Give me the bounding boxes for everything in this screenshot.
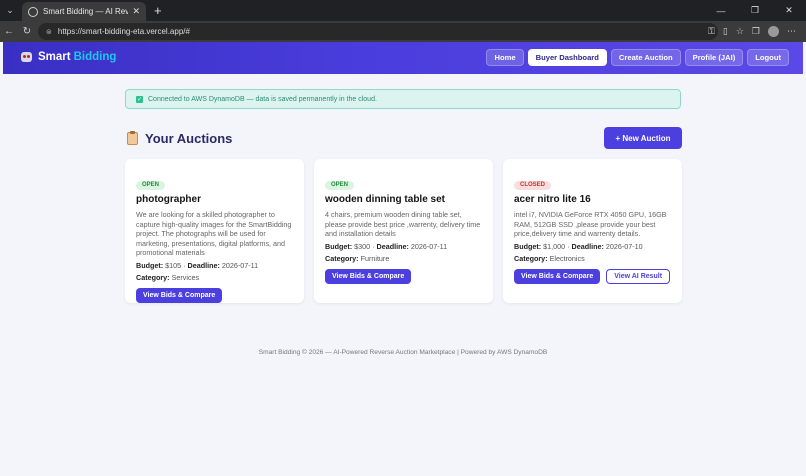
page-title-text: Your Auctions: [145, 131, 233, 146]
more-menu-icon[interactable]: ⋯: [787, 26, 796, 37]
auction-title: wooden dinning table set: [325, 194, 445, 205]
page-title: Your Auctions: [127, 131, 232, 146]
maximize-icon[interactable]: ❐: [738, 0, 772, 21]
address-bar-row: ← ↻ ⊜ https://smart-bidding-eta.vercel.a…: [0, 21, 806, 42]
auction-description: We are looking for a skilled photographe…: [136, 210, 292, 257]
url-text: https://smart-bidding-eta.vercel.app/#: [57, 27, 190, 36]
clipboard-icon: [127, 131, 138, 145]
auction-card: OPEN photographer We are looking for a s…: [125, 159, 304, 303]
view-bids-button[interactable]: View Bids & Compare: [514, 268, 601, 284]
status-badge: CLOSED: [514, 181, 552, 190]
browser-tab-strip: ⌄ Smart Bidding — AI Reverse Auction ✕ +…: [0, 0, 806, 21]
globe-icon: [28, 6, 38, 17]
site-info-icon[interactable]: ⊜: [46, 28, 52, 36]
key-icon[interactable]: ⚿: [708, 26, 715, 37]
status-badge: OPEN: [136, 181, 166, 190]
category: Category: Services: [136, 273, 200, 282]
new-auction-button[interactable]: + New Auction: [604, 127, 682, 149]
app-header: Smart Bidding Home Buyer Dashboard Creat…: [3, 42, 803, 74]
star-icon[interactable]: ☆: [736, 26, 744, 37]
view-ai-result-button[interactable]: View AI Result: [606, 268, 671, 284]
profile-avatar[interactable]: [768, 26, 779, 37]
view-bids-button[interactable]: View Bids & Compare: [325, 268, 412, 284]
category: Category: Electronics: [514, 254, 585, 263]
main-nav: Home Buyer Dashboard Create Auction Prof…: [486, 49, 789, 66]
status-badge: OPEN: [325, 181, 355, 190]
new-tab-icon[interactable]: +: [154, 3, 162, 18]
close-window-icon[interactable]: ✕: [772, 0, 806, 21]
auction-card: CLOSED acer nitro lite 16 intel i7, NVID…: [503, 159, 682, 303]
nav-logout[interactable]: Logout: [747, 49, 789, 66]
collections-icon[interactable]: ❐: [752, 26, 760, 37]
auction-description: intel i7, NVIDIA GeForce RTX 4050 GPU, 1…: [514, 210, 667, 238]
budget-deadline: Budget: $300 · Deadline: 2026-07-11: [325, 241, 448, 251]
auction-description: 4 chairs, premium wooden dining table se…: [325, 210, 481, 238]
window-controls: — ❐ ✕: [704, 0, 806, 21]
budget-deadline: Budget: $105 · Deadline: 2026-07-11: [136, 260, 259, 270]
auction-card: OPEN wooden dinning table set 4 chairs, …: [314, 159, 493, 303]
auction-title: photographer: [136, 194, 201, 205]
back-icon[interactable]: ←: [0, 26, 18, 37]
notice-text: Connected to AWS DynamoDB — data is save…: [148, 95, 377, 103]
nav-buyer-dashboard[interactable]: Buyer Dashboard: [527, 49, 607, 66]
minimize-icon[interactable]: —: [704, 0, 738, 21]
brand-part2: Bidding: [73, 51, 117, 63]
reload-icon[interactable]: ↻: [18, 26, 36, 37]
brand-part1: Smart: [38, 51, 71, 63]
auction-title: acer nitro lite 16: [514, 194, 591, 205]
category: Category: Furniture: [325, 254, 390, 263]
footer: Smart Bidding © 2026 — AI-Powered Revers…: [258, 349, 548, 356]
url-field[interactable]: ⊜ https://smart-bidding-eta.vercel.app/#: [38, 23, 718, 40]
tab-search-icon[interactable]: ⌄: [0, 0, 20, 21]
view-bids-button[interactable]: View Bids & Compare: [136, 287, 223, 303]
reader-icon[interactable]: ▯: [723, 26, 728, 37]
browser-tab[interactable]: Smart Bidding — AI Reverse Auction ✕: [22, 2, 146, 21]
robot-logo-icon: [21, 51, 32, 63]
brand[interactable]: Smart Bidding: [21, 51, 116, 63]
tab-title: Smart Bidding — AI Reverse Auction: [43, 7, 129, 16]
close-tab-icon[interactable]: ✕: [132, 6, 140, 17]
check-icon: ✓: [136, 95, 143, 103]
nav-profile[interactable]: Profile (JAI): [684, 49, 744, 66]
db-status-notice: ✓ Connected to AWS DynamoDB — data is sa…: [125, 89, 681, 109]
nav-create-auction[interactable]: Create Auction: [610, 49, 681, 66]
address-bar-icons: ⚿ ▯ ☆ ❐ ⋯: [708, 23, 796, 40]
budget-deadline: Budget: $1,000 · Deadline: 2026-07-10: [514, 241, 643, 251]
nav-home[interactable]: Home: [486, 49, 524, 66]
